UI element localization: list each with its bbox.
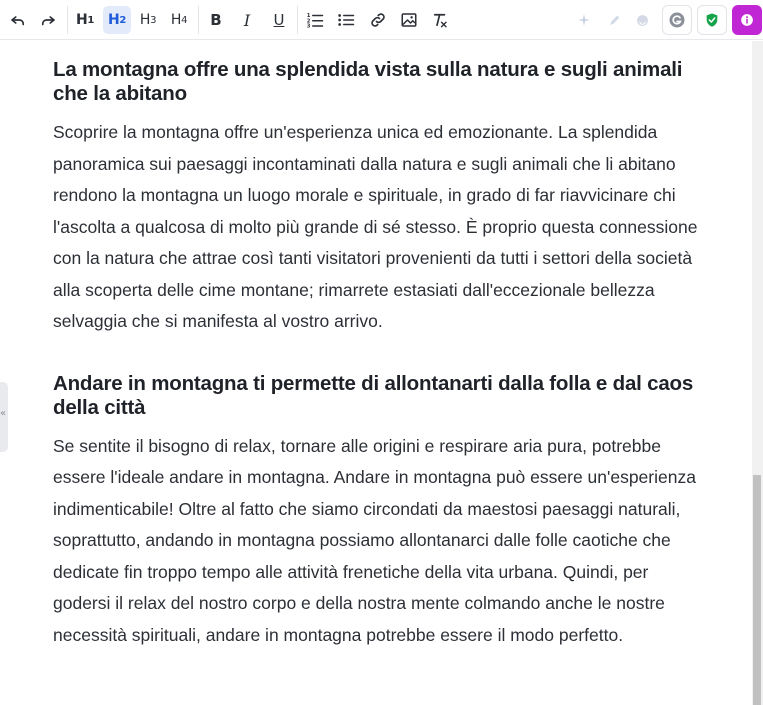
heading-1-button[interactable]: H1: [71, 6, 99, 34]
bold-button[interactable]: B: [202, 6, 230, 34]
heading-2-level: 2: [119, 14, 127, 26]
heading-4-level: 4: [181, 14, 188, 26]
italic-label: I: [243, 10, 251, 30]
toolbar-divider: [67, 6, 68, 34]
security-extension-button[interactable]: [697, 5, 727, 35]
info-icon: [741, 14, 753, 26]
link-icon: [371, 13, 385, 27]
heading-3-label: H: [139, 12, 151, 28]
emoji-button[interactable]: [630, 6, 654, 34]
collapse-chevron-icon: «: [0, 408, 7, 419]
sidebar-collapse-handle[interactable]: «: [0, 382, 8, 452]
bullet-list-icon: [338, 14, 355, 26]
image-button[interactable]: [395, 6, 423, 34]
grammar-extension-button[interactable]: [662, 5, 692, 35]
section-paragraph: Se sentite il bisogno di relax, tornare …: [53, 435, 696, 645]
heading-1-label: H: [75, 12, 88, 28]
toolbar-divider: [198, 6, 199, 34]
scrollbar-thumb[interactable]: [753, 475, 761, 705]
heading-2-button[interactable]: H2: [103, 6, 131, 34]
redo-icon: [41, 16, 55, 26]
underline-button[interactable]: U: [265, 6, 293, 34]
redo-button[interactable]: [34, 6, 62, 34]
ordered-list-button[interactable]: 123: [301, 6, 329, 34]
svg-text:3: 3: [307, 24, 311, 30]
ordered-list-icon: 123: [307, 13, 324, 30]
heading-4-button[interactable]: H4: [165, 6, 193, 34]
emoji-icon: [636, 14, 648, 26]
link-button[interactable]: [364, 6, 392, 34]
clear-format-icon: [433, 13, 447, 28]
info-extension-button[interactable]: [732, 5, 762, 35]
undo-button[interactable]: [4, 6, 32, 34]
heading-1-level: 1: [87, 14, 95, 26]
editor-toolbar: H1 H2 H3 H4 B I U 123: [0, 0, 763, 40]
image-icon: [401, 13, 417, 27]
toolbar-divider: [297, 6, 298, 34]
heading-3-button[interactable]: H3: [134, 6, 162, 34]
shield-check-icon: [706, 13, 718, 27]
heading-3-level: 3: [150, 14, 157, 26]
editor-content[interactable]: La montagna offre una splendida vista su…: [53, 58, 703, 651]
underline-label: U: [273, 11, 285, 29]
italic-button[interactable]: I: [233, 6, 261, 34]
heading-2-label: H: [107, 12, 120, 28]
ai-assist-button[interactable]: [572, 6, 596, 34]
section-heading: Andare in montagna ti permette di allont…: [53, 371, 694, 419]
section-paragraph: Scoprire la montagna offre un'esperienza…: [53, 122, 698, 331]
pen-button[interactable]: [602, 6, 626, 34]
clear-format-button[interactable]: [426, 6, 454, 34]
bold-label: B: [210, 11, 222, 29]
bullet-list-button[interactable]: [332, 6, 360, 34]
pen-icon: [609, 15, 619, 25]
section-heading: La montagna offre una splendida vista su…: [53, 58, 683, 105]
grammar-g-icon: [669, 12, 685, 28]
heading-4-label: H: [170, 12, 182, 28]
sparkle-icon: [578, 14, 590, 26]
undo-icon: [11, 16, 25, 26]
